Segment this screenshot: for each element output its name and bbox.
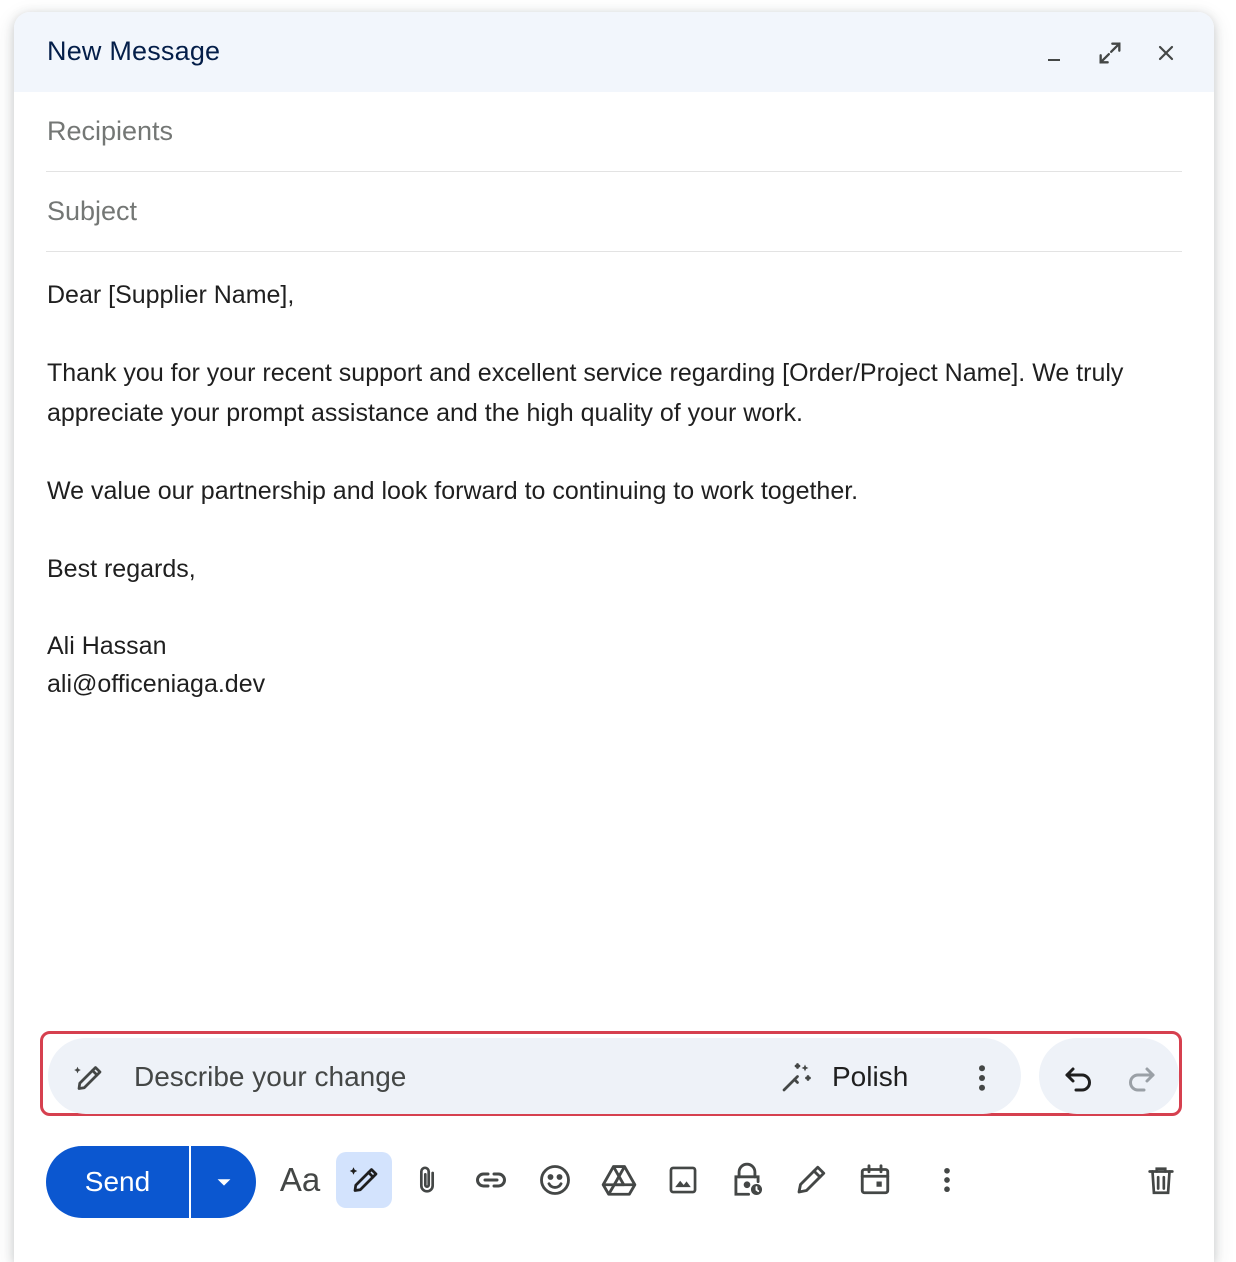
body-greeting: Dear [Supplier Name], bbox=[47, 281, 295, 309]
send-options-button[interactable] bbox=[191, 1146, 256, 1218]
send-button-group: Send bbox=[46, 1146, 256, 1218]
minimize-icon bbox=[1048, 59, 1060, 61]
more-options-icon bbox=[944, 1167, 950, 1193]
confidential-mode-icon bbox=[734, 1162, 763, 1196]
help-me-write-icon bbox=[349, 1167, 378, 1192]
caret-down-icon bbox=[217, 1179, 230, 1186]
subject-placeholder: Subject bbox=[47, 196, 138, 226]
close-button[interactable] bbox=[1149, 36, 1183, 70]
compose-titlebar[interactable]: New Message bbox=[14, 12, 1214, 92]
signature-name: Ali Hassan bbox=[47, 632, 167, 660]
minimize-button[interactable] bbox=[1037, 36, 1071, 70]
attach-icon bbox=[419, 1166, 435, 1193]
send-button[interactable]: Send bbox=[46, 1146, 189, 1218]
polish-button[interactable]: Polish bbox=[832, 1061, 908, 1093]
formatting-options-button[interactable]: Aa bbox=[272, 1152, 328, 1208]
body-paragraph-2: We value our partnership and look forwar… bbox=[47, 477, 859, 505]
more-options-button[interactable] bbox=[919, 1152, 975, 1208]
undo-icon[interactable] bbox=[1061, 1060, 1097, 1096]
insert-emoji-button[interactable] bbox=[527, 1152, 583, 1208]
ai-refine-bar: Describe your change Polish bbox=[48, 1038, 1021, 1114]
insert-photo-button[interactable] bbox=[655, 1152, 711, 1208]
help-me-write-icon bbox=[74, 1066, 102, 1090]
undo-redo-group bbox=[1039, 1038, 1179, 1114]
link-icon bbox=[476, 1172, 506, 1188]
expand-icon bbox=[1099, 42, 1121, 64]
attach-files-button[interactable] bbox=[399, 1152, 455, 1208]
body-paragraph-1: Thank you for your recent support and ex… bbox=[47, 359, 1124, 427]
signature-icon bbox=[797, 1165, 826, 1194]
redo-icon[interactable] bbox=[1123, 1060, 1159, 1096]
more-vert-icon[interactable] bbox=[964, 1060, 1000, 1096]
recipients-placeholder: Recipients bbox=[47, 116, 174, 146]
schedule-icon bbox=[860, 1164, 890, 1195]
close-icon bbox=[1158, 45, 1174, 61]
compose-title: New Message bbox=[47, 36, 221, 66]
body-closing: Best regards, bbox=[47, 555, 196, 583]
photo-icon bbox=[669, 1166, 697, 1194]
signature-email: ali@officeniaga.dev bbox=[47, 670, 266, 698]
drive-icon bbox=[601, 1165, 637, 1196]
insert-signature-button[interactable] bbox=[783, 1152, 839, 1208]
insert-link-button[interactable] bbox=[463, 1152, 519, 1208]
schedule-send-button[interactable] bbox=[847, 1152, 903, 1208]
subject-field[interactable]: Subject bbox=[46, 172, 1182, 252]
polish-wand-icon[interactable] bbox=[778, 1060, 814, 1096]
insert-drive-button[interactable] bbox=[591, 1152, 647, 1208]
expand-button[interactable] bbox=[1093, 36, 1127, 70]
discard-draft-button[interactable] bbox=[1133, 1152, 1189, 1208]
emoji-icon bbox=[540, 1165, 570, 1195]
recipients-field[interactable]: Recipients bbox=[46, 92, 1182, 172]
formatting-icon: Aa bbox=[279, 1161, 321, 1198]
describe-change-input[interactable]: Describe your change bbox=[134, 1061, 406, 1093]
confidential-mode-button[interactable] bbox=[719, 1152, 775, 1208]
help-me-write-button[interactable] bbox=[336, 1152, 392, 1208]
discard-icon bbox=[1148, 1167, 1174, 1195]
message-body[interactable]: Dear [Supplier Name], Thank you for your… bbox=[47, 275, 1187, 703]
